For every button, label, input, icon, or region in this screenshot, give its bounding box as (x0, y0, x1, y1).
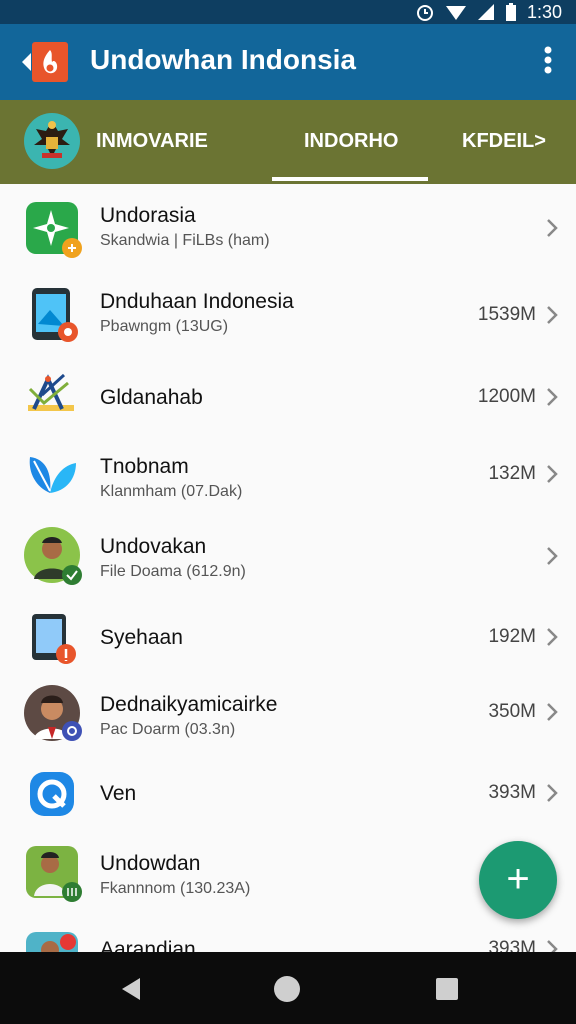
tab-kfdeil[interactable]: KFDEIL> (462, 130, 546, 153)
tablet-app-icon (24, 610, 82, 668)
item-name: Dednaikyamicairke (100, 693, 278, 716)
list-item[interactable]: Undorasia Skandwia | FiLBs (ham) (0, 184, 576, 275)
list-item[interactable]: Ven 393M (0, 758, 576, 833)
app-bar: Undowhan Indonsia (0, 24, 576, 100)
person-avatar-icon (24, 527, 82, 585)
chevron-right-icon (547, 628, 558, 646)
item-name: Undowdan (100, 852, 201, 875)
status-time: 1:30 (526, 1, 562, 22)
item-name: Aarandian (100, 938, 196, 952)
item-name: Undovakan (100, 535, 207, 558)
item-name: Undorasia (100, 204, 196, 227)
chevron-right-icon (547, 784, 558, 802)
item-subtitle: File Doama (612.9n) (100, 563, 246, 580)
back-button[interactable] (20, 40, 70, 84)
back-app-icon (22, 42, 68, 82)
item-size: 1200M (477, 386, 536, 407)
item-name: Gldanahab (100, 386, 203, 409)
phone-app-icon (24, 286, 82, 344)
navigation-bar (0, 952, 576, 1024)
item-size: 192M (488, 626, 536, 647)
item-name: Ven (100, 782, 137, 805)
chevron-right-icon (547, 306, 558, 324)
list-item[interactable]: Dnduhaan Indonesia Pbawngm (13UG) 1539M (0, 274, 576, 360)
blue-leaf-icon (24, 447, 82, 505)
item-size: 350M (488, 701, 536, 722)
blue-phone-icon (24, 766, 82, 824)
home-circle-icon[interactable] (272, 974, 302, 1004)
add-fab-button[interactable]: + (479, 841, 557, 919)
chevron-right-icon (547, 219, 558, 237)
more-vert-icon (544, 46, 552, 74)
item-subtitle: Pac Doarm (03.3n) (100, 721, 236, 738)
person-portrait-icon (24, 685, 82, 743)
status-icons: 1:30 (415, 0, 562, 24)
green-star-app-icon (24, 200, 82, 258)
app-list: Undorasia Skandwia | FiLBs (ham) Dnduhaa… (0, 184, 576, 952)
chevron-right-icon (547, 703, 558, 721)
chevron-right-icon (547, 940, 558, 952)
signal-icon (477, 4, 494, 20)
item-subtitle: Fkannnom (130.23A) (100, 880, 251, 897)
alarm-icon (416, 5, 433, 21)
green-person-icon (24, 844, 82, 902)
app-title: Undowhan Indonsia (90, 44, 356, 75)
list-item[interactable]: Aarandian 393M (0, 918, 576, 952)
item-subtitle: Klanmham (07.Dak) (100, 483, 243, 500)
chevron-right-icon (547, 465, 558, 483)
back-triangle-icon[interactable] (116, 974, 146, 1004)
battery-icon (505, 3, 516, 21)
item-subtitle: Pbawngm (13UG) (100, 318, 229, 335)
list-item[interactable]: Syehaan 192M (0, 602, 576, 676)
item-size: 1539M (477, 304, 536, 325)
teal-person-icon (24, 930, 82, 952)
tab-inmovarie[interactable]: INMOVARIE (96, 130, 208, 153)
tab-indorho[interactable]: INDORHO (304, 130, 398, 153)
recents-square-icon[interactable] (432, 974, 462, 1004)
chevron-right-icon (547, 547, 558, 565)
compass-tools-icon (24, 369, 82, 427)
active-tab-indicator (272, 177, 428, 181)
item-size: 132M (488, 463, 536, 484)
item-size: 393M (488, 938, 536, 952)
chevron-right-icon (547, 388, 558, 406)
item-name: Syehaan (100, 626, 183, 649)
list-item[interactable]: Gldanahab 1200M (0, 359, 576, 438)
wifi-icon (445, 6, 466, 20)
item-size: 393M (488, 782, 536, 803)
item-subtitle: Skandwia | FiLBs (ham) (100, 232, 270, 249)
list-item[interactable]: Tnobnam Klanmham (07.Dak) 132M (0, 437, 576, 518)
overflow-menu-button[interactable] (538, 44, 558, 80)
list-item[interactable]: Undovakan File Doama (612.9n) (0, 517, 576, 603)
garuda-emblem-icon (24, 113, 80, 169)
tab-bar: INMOVARIE INDORHO KFDEIL> (0, 100, 576, 184)
item-name: Dnduhaan Indonesia (100, 290, 294, 313)
item-name: Tnobnam (100, 455, 189, 478)
status-bar: 1:30 (0, 0, 576, 24)
list-item[interactable]: Dednaikyamicairke Pac Doarm (03.3n) 350M (0, 675, 576, 759)
